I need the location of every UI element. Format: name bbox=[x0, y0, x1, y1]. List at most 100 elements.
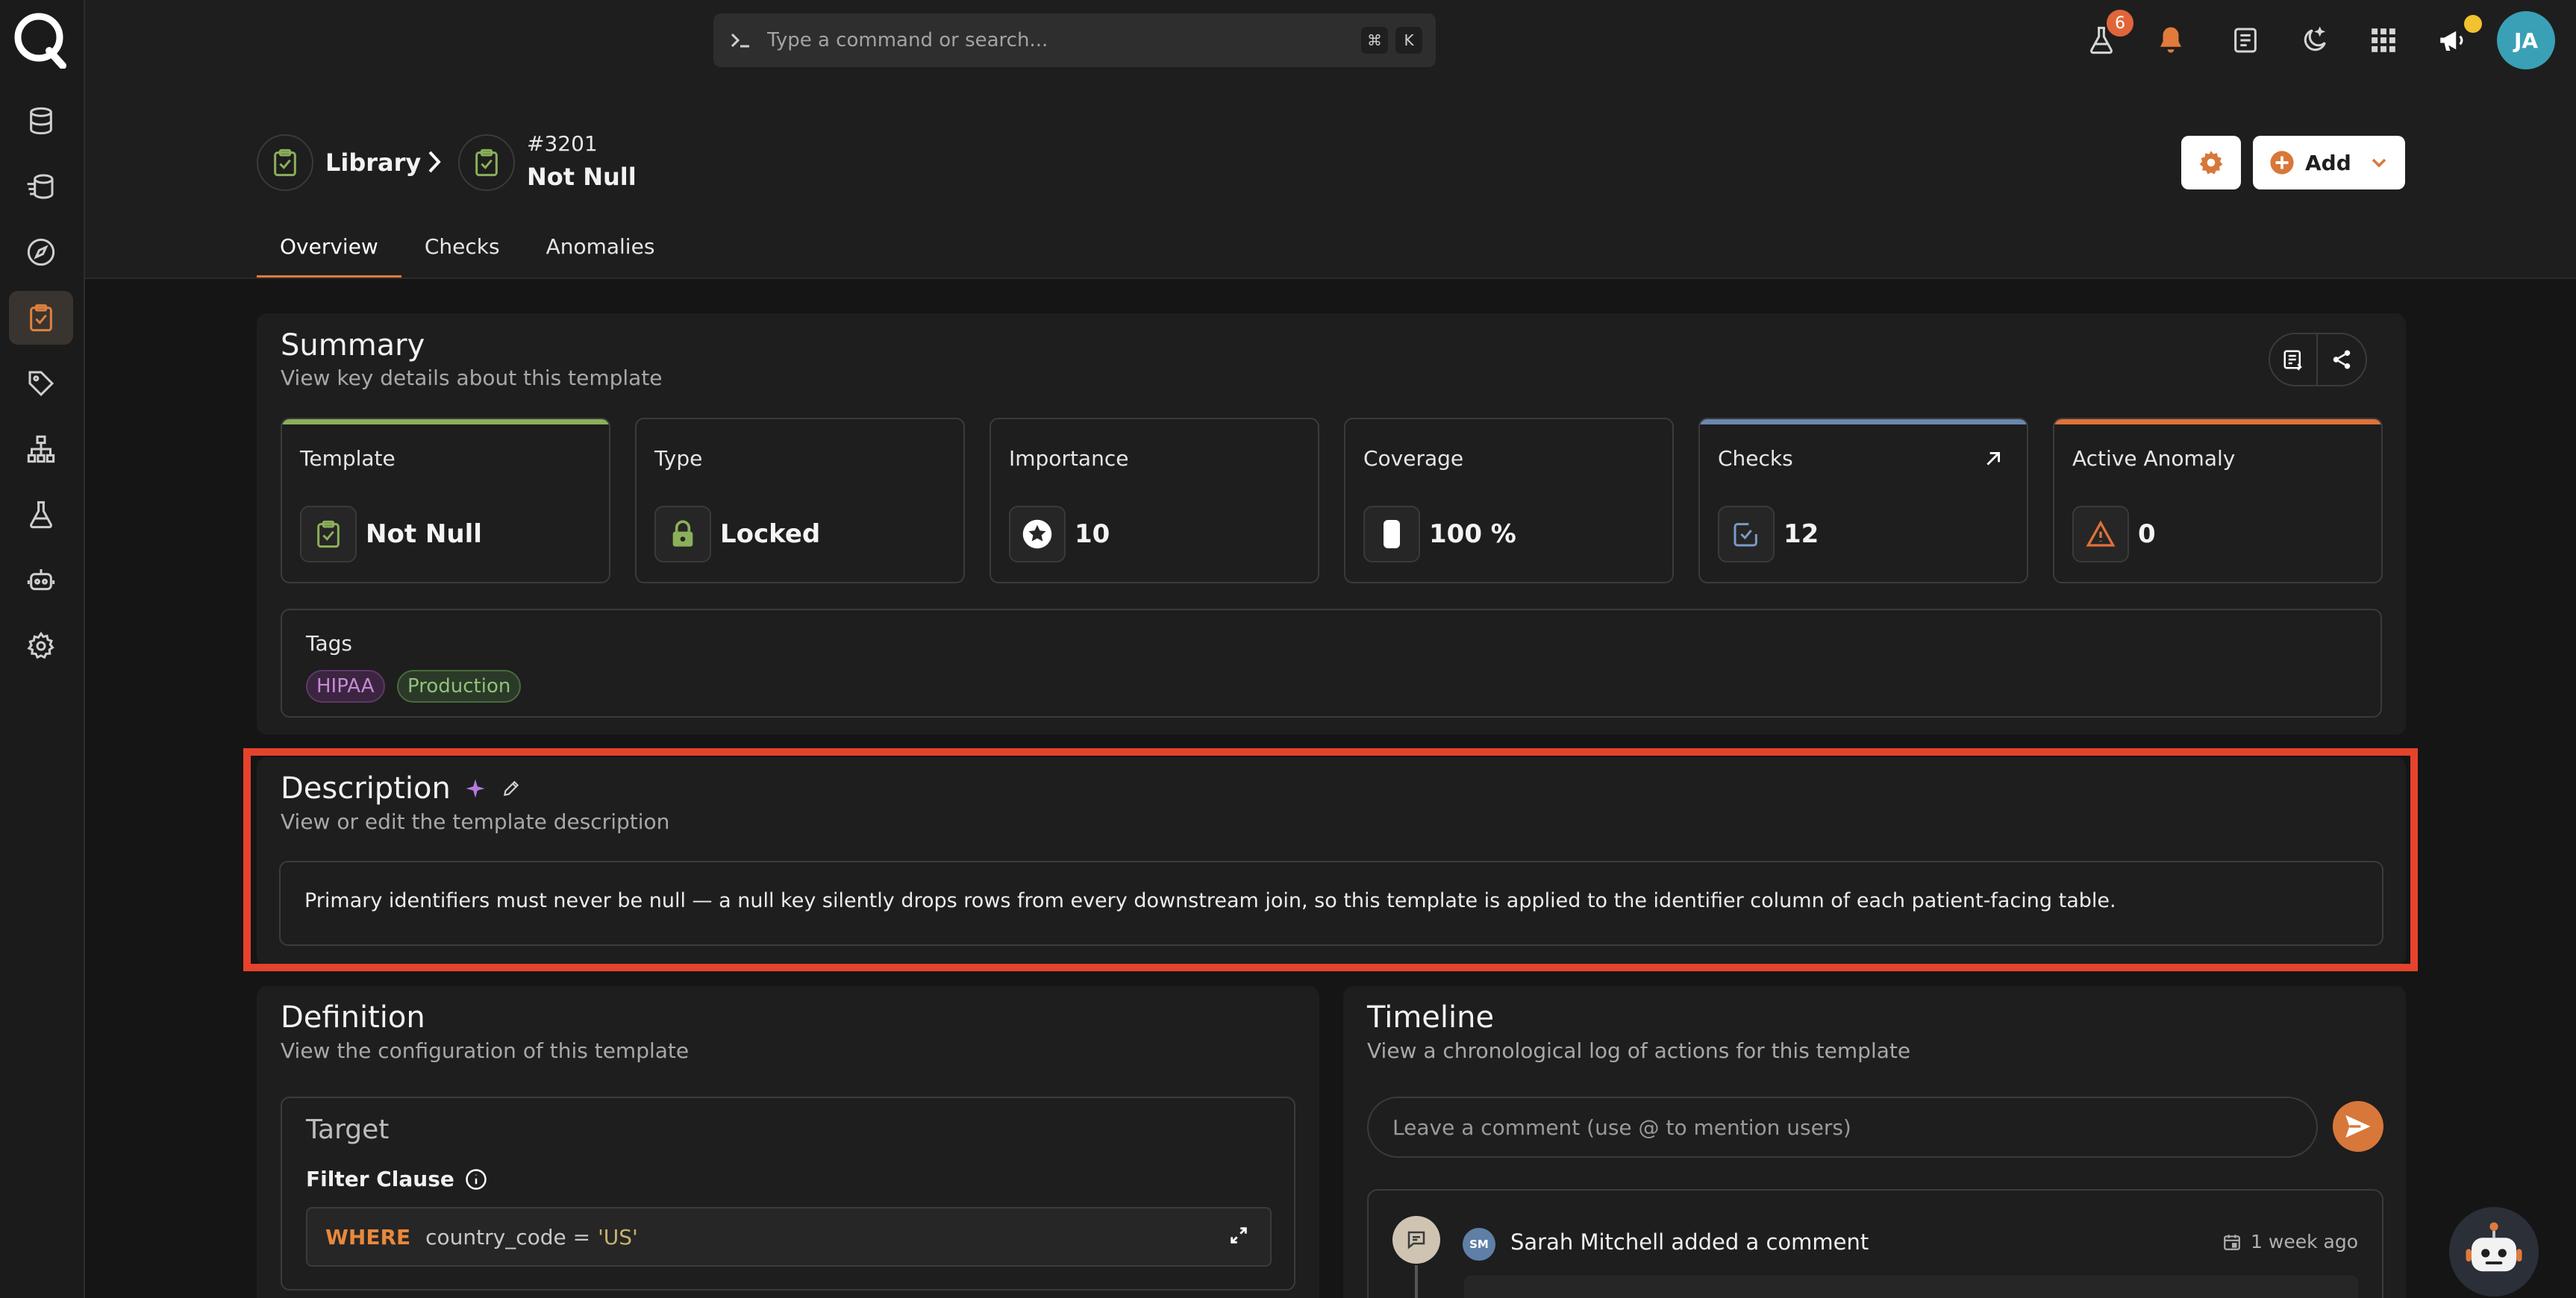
user-avatar[interactable]: JA bbox=[2497, 11, 2555, 69]
send-button[interactable] bbox=[2333, 1101, 2383, 1152]
star-icon bbox=[1009, 506, 1066, 562]
timeline-title: Timeline bbox=[1367, 1000, 1495, 1035]
tab-anomalies[interactable]: Anomalies bbox=[523, 224, 678, 279]
timeline-connector bbox=[1415, 1265, 1418, 1298]
template-id: #3201 bbox=[527, 131, 598, 156]
plus-circle-icon bbox=[2270, 151, 2294, 175]
shortcut-key-cmd: ⌘ bbox=[1361, 27, 1388, 54]
timeline-subtitle: View a chronological log of actions for … bbox=[1367, 1038, 1911, 1063]
stat-value: Locked bbox=[720, 519, 821, 549]
stat-value: 100 % bbox=[1429, 519, 1516, 549]
stat-label: Active Anomaly bbox=[2072, 446, 2236, 471]
tag-hipaa[interactable]: HIPAA bbox=[306, 670, 385, 703]
timeline-event: SM Sarah Mitchell added a comment 1 week… bbox=[1367, 1189, 2383, 1298]
robot-assistant-icon bbox=[2466, 1222, 2522, 1272]
warning-icon bbox=[2072, 506, 2129, 562]
shortcut-key-k: K bbox=[1395, 27, 1422, 54]
tab-checks[interactable]: Checks bbox=[401, 224, 523, 279]
filter-clause-label: Filter Clause bbox=[306, 1167, 487, 1191]
calendar-icon bbox=[2224, 1234, 2240, 1250]
hierarchy-icon[interactable] bbox=[9, 422, 73, 476]
moon-icon[interactable] bbox=[2289, 15, 2340, 66]
tab-bar: Overview Checks Anomalies bbox=[257, 224, 678, 279]
assistant-bot-button[interactable] bbox=[2449, 1207, 2539, 1297]
tag-production[interactable]: Production bbox=[397, 670, 522, 703]
target-title: Target bbox=[306, 1114, 390, 1145]
definition-title: Definition bbox=[281, 1000, 425, 1035]
stat-checks[interactable]: Checks 12 bbox=[1698, 418, 2028, 583]
filter-clause-code[interactable]: WHERE country_code = 'US' bbox=[306, 1207, 1272, 1267]
announcement-dot-badge bbox=[2464, 15, 2482, 33]
library-icon[interactable] bbox=[257, 134, 313, 191]
avatar: SM bbox=[1463, 1228, 1495, 1261]
stat-coverage: Coverage 100 % bbox=[1344, 418, 1674, 583]
breadcrumb-library[interactable]: Library bbox=[325, 148, 421, 177]
stat-importance: Importance 10 bbox=[990, 418, 1319, 583]
datastore-flow-icon[interactable] bbox=[9, 160, 73, 213]
send-icon bbox=[2345, 1115, 2371, 1138]
add-button[interactable]: Add bbox=[2253, 136, 2405, 189]
sql-value: 'US' bbox=[598, 1224, 638, 1250]
notification-count-badge: 6 bbox=[2104, 7, 2136, 39]
stat-label: Type bbox=[654, 446, 703, 471]
target-section: Target Filter Clause WHERE country_code … bbox=[281, 1097, 1295, 1291]
stat-label: Coverage bbox=[1363, 446, 1464, 471]
flask-icon[interactable] bbox=[9, 488, 73, 542]
chevron-right-icon bbox=[424, 149, 445, 175]
chevron-down-icon bbox=[2372, 158, 2386, 168]
search-input[interactable] bbox=[767, 13, 1361, 67]
stat-type: Type Locked bbox=[635, 418, 965, 583]
summary-subtitle: View key details about this template bbox=[281, 366, 663, 390]
comment-input[interactable] bbox=[1367, 1097, 2318, 1158]
highlight-outline bbox=[243, 748, 2418, 971]
sql-expression: country_code = bbox=[425, 1224, 591, 1250]
arrow-up-right-icon[interactable] bbox=[1983, 449, 2003, 468]
stat-template: Template Not Null bbox=[281, 418, 610, 583]
stat-value: 0 bbox=[2138, 519, 2156, 549]
stat-label: Template bbox=[300, 446, 396, 471]
event-text: Sarah Mitchell added a comment bbox=[1510, 1229, 1869, 1255]
expand-icon[interactable] bbox=[1228, 1225, 1249, 1246]
template-icon bbox=[458, 134, 515, 191]
bell-icon[interactable] bbox=[2145, 15, 2196, 66]
stat-active-anomaly: Active Anomaly 0 bbox=[2053, 418, 2383, 583]
gear-icon[interactable] bbox=[9, 619, 73, 673]
page-title: Not Null bbox=[527, 163, 637, 191]
apps-grid-icon[interactable] bbox=[2358, 15, 2409, 66]
stat-accent-bar bbox=[282, 419, 609, 424]
summary-title: Summary bbox=[281, 328, 425, 363]
check-square-icon bbox=[1718, 506, 1775, 562]
tags-label: Tags bbox=[306, 631, 352, 656]
settings-button[interactable] bbox=[2181, 136, 2241, 189]
tags-section: Tags HIPAA Production bbox=[281, 609, 2382, 718]
tag-icon[interactable] bbox=[9, 357, 73, 410]
stat-value: 12 bbox=[1783, 519, 1819, 549]
stat-accent-bar bbox=[1700, 419, 2027, 424]
info-icon[interactable] bbox=[465, 1168, 487, 1191]
comment-body bbox=[1464, 1276, 2358, 1298]
terminal-prompt-icon bbox=[730, 31, 752, 49]
database-icon[interactable] bbox=[9, 94, 73, 148]
logo-icon[interactable] bbox=[10, 9, 70, 69]
clipboard-check-icon bbox=[300, 506, 357, 562]
robot-icon[interactable] bbox=[9, 554, 73, 607]
command-search[interactable]: ⌘ K bbox=[713, 13, 1436, 67]
event-time-text: 1 week ago bbox=[2251, 1231, 2358, 1252]
share-icon[interactable] bbox=[2318, 334, 2366, 385]
clipboard-check-icon[interactable] bbox=[9, 291, 73, 345]
sidebar bbox=[0, 0, 85, 1298]
definition-subtitle: View the configuration of this template bbox=[281, 1038, 690, 1063]
stat-value: Not Null bbox=[366, 519, 482, 549]
tab-overview[interactable]: Overview bbox=[257, 224, 401, 279]
export-icon[interactable] bbox=[2270, 334, 2318, 385]
stat-label: Checks bbox=[1718, 446, 1793, 471]
stat-accent-bar bbox=[2054, 419, 2381, 424]
coverage-icon bbox=[1363, 506, 1420, 562]
document-icon[interactable] bbox=[2220, 15, 2271, 66]
sql-keyword: WHERE bbox=[325, 1224, 411, 1250]
summary-actions bbox=[2269, 333, 2367, 386]
compass-icon[interactable] bbox=[9, 225, 73, 279]
stat-label: Importance bbox=[1009, 446, 1129, 471]
add-button-label: Add bbox=[2305, 150, 2351, 175]
comment-icon bbox=[1392, 1216, 1440, 1264]
